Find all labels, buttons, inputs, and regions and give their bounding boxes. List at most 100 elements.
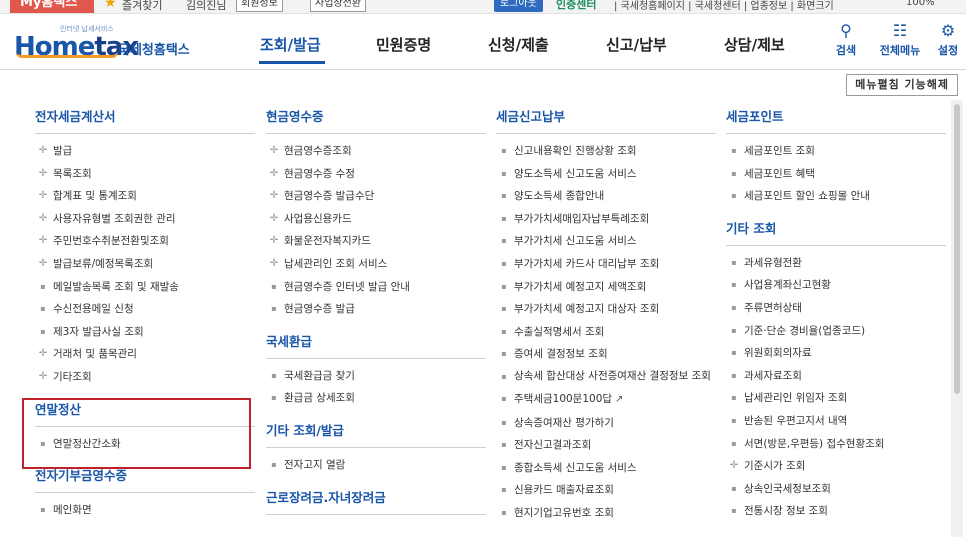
settings-button[interactable]: ⚙ 설정 — [930, 22, 966, 58]
bullet-icon: ▪ — [271, 459, 277, 469]
my-hometax-button[interactable]: My홈택스 — [10, 0, 94, 13]
menu-item[interactable]: ▪ 신고내용확인 진행상황 조회 — [496, 140, 716, 163]
menu-item[interactable]: ✛ 거래처 및 품목관리 — [35, 343, 255, 366]
menu-item[interactable]: ▪ 상속증여재산 평가하기 — [496, 412, 716, 435]
menu-item[interactable]: ▪ 과세자료조회 — [726, 365, 946, 388]
favorites-link[interactable]: 즐겨찾기 — [122, 0, 162, 13]
menu-item[interactable]: ▪ 국세환급금 찾기 — [266, 365, 486, 388]
menu-item[interactable]: ▪ 수출실적명세서 조회 — [496, 321, 716, 344]
menu-item[interactable]: ▪ 납세관리인 위임자 조회 — [726, 387, 946, 410]
zoom-level[interactable]: 100% — [906, 0, 935, 8]
auth-center-link[interactable]: 인증센터 — [556, 0, 596, 12]
hometax-logo[interactable]: 인터넷 납세서비스 Hometax 국세청홈택스 — [14, 22, 204, 62]
section-title[interactable]: 세금신고납부 — [496, 100, 716, 134]
nav-apply-submit[interactable]: 신청/제출 — [488, 34, 549, 55]
menu-column-3: 세금신고납부 ▪ 신고내용확인 진행상황 조회 ▪ 양도소득세 신고도움 서비스 ▪ 양도소… — [496, 100, 716, 529]
menu-item-label: 주류면허상태 — [744, 301, 802, 314]
menu-item-label: 부가가치세 예정고지 세액조회 — [514, 280, 647, 293]
menu-item[interactable]: ▪ 제3자 발급사실 조회 — [35, 321, 255, 344]
top-links[interactable]: | 국세청홈페이지 | 국세청센터 | 업종정보 | 화면크기 — [614, 0, 834, 12]
member-info-button[interactable]: 회원정보 — [236, 0, 283, 12]
section-title[interactable]: 현금영수증 — [266, 100, 486, 134]
menu-item[interactable]: ▪ 과세유형전환 — [726, 252, 946, 275]
scrollbar-thumb[interactable] — [954, 104, 960, 394]
menu-item[interactable]: ▪ 세금포인트 혜택 — [726, 163, 946, 186]
menu-item[interactable]: ▪ 양도소득세 종합안내 — [496, 185, 716, 208]
menu-item[interactable]: ▪ 기준·단순 경비율(업종코드) — [726, 320, 946, 343]
menu-item[interactable]: ▪ 수신전용메일 신청 — [35, 298, 255, 321]
menu-item[interactable]: ▪ 부가가치세 예정고지 세액조회 — [496, 276, 716, 299]
menu-expand-disable-button[interactable]: 메뉴펼침 기능해제 — [846, 74, 958, 96]
menu-item[interactable]: ✛ 발급보류/예정목록조회 — [35, 253, 255, 276]
menu-item[interactable]: ▪ 세금포인트 할인 쇼핑몰 안내 — [726, 185, 946, 208]
menu-item[interactable]: ✛ 주민번호수취분전환및조회 — [35, 230, 255, 253]
expand-plus-icon: ✛ — [38, 145, 48, 156]
menu-item[interactable]: ▪ 주류면허상태 — [726, 297, 946, 320]
bullet-icon: ▪ — [501, 349, 507, 359]
menu-item[interactable]: ▪ 상속인국세정보조회 — [726, 478, 946, 501]
menu-item[interactable]: ✛ 현금영수증 수정 — [266, 163, 486, 186]
menu-item[interactable]: ✛ 기준시가 조회 — [726, 455, 946, 478]
menu-item[interactable]: ▪ 위원회회의자료 — [726, 342, 946, 365]
menu-item[interactable]: ✛ 납세관리인 조회 서비스 — [266, 253, 486, 276]
menu-section: 근로장려금.자녀장려금 — [266, 481, 486, 515]
menu-item[interactable]: ▪ 주택세금100문100답 ↗ — [496, 388, 716, 412]
section-title[interactable]: 기타 조회/발급 — [266, 414, 486, 448]
expand-plus-icon: ✛ — [38, 212, 48, 224]
section-title[interactable]: 기타 조회 — [726, 212, 946, 246]
menu-item[interactable]: ✛ 현금영수증조회 — [266, 140, 486, 163]
menu-item-label: 제3자 발급사실 조회 — [53, 325, 144, 338]
menu-item[interactable]: ✛ 합계표 및 통계조회 — [35, 185, 255, 208]
menu-item[interactable]: ▪ 양도소득세 신고도움 서비스 — [496, 163, 716, 186]
menu-item[interactable]: ✛ 현금영수증 발급수단 — [266, 185, 486, 208]
section-title[interactable]: 국세환급 — [266, 325, 486, 359]
menu-item[interactable]: ▪ 부가가치세매입자납부특례조회 — [496, 208, 716, 231]
menu-item[interactable]: ▪ 신용카드 매출자료조회 — [496, 479, 716, 502]
menu-item[interactable]: ▪ 전자고지 열람 — [266, 454, 486, 477]
bullet-icon: ▪ — [271, 281, 277, 291]
menu-item[interactable]: ✛ 발급 — [35, 140, 255, 163]
menu-item[interactable]: ▪ 부가가치세 예정고지 대상자 조회 — [496, 298, 716, 321]
menu-item-label: 현금영수증 발급 — [284, 303, 355, 316]
menu-item[interactable]: ▪ 서면(방문,우편등) 접수현황조회 — [726, 433, 946, 456]
menu-item-label: 기준시가 조회 — [744, 460, 806, 473]
menu-item[interactable]: ✛ 사업용신용카드 — [266, 208, 486, 231]
menu-item[interactable]: ▪ 종합소득세 신고도움 서비스 — [496, 457, 716, 480]
logout-button[interactable]: 로그아웃 — [494, 0, 543, 12]
expand-plus-icon: ✛ — [38, 235, 48, 247]
menu-item[interactable]: ▪ 반송된 우편고지서 내역 — [726, 410, 946, 433]
menu-item-label: 과세자료조회 — [744, 369, 802, 382]
section-title[interactable]: 전자세금계산서 — [35, 100, 255, 134]
menu-item[interactable]: ▪ 증여세 결정정보 조회 — [496, 343, 716, 366]
menu-item[interactable]: ✛ 화물운전자복지카드 — [266, 230, 486, 253]
menu-item[interactable]: ▪ 부가가치세 카드사 대리납부 조회 — [496, 253, 716, 276]
nav-inquiry-issue[interactable]: 조회/발급 — [260, 34, 321, 55]
menu-item[interactable]: ▪ 부가가치세 신고도움 서비스 — [496, 230, 716, 253]
vertical-scrollbar[interactable] — [951, 100, 963, 537]
all-menu-button[interactable]: ☷ 전체메뉴 — [874, 22, 926, 58]
menu-item[interactable]: ▪ 사업용계좌신고현황 — [726, 274, 946, 297]
menu-item[interactable]: ▪ 현금영수증 발급 — [266, 298, 486, 321]
menu-item[interactable]: ▪ 현금영수증 인터넷 발급 안내 — [266, 276, 486, 299]
menu-item[interactable]: ▪ 전통시장 정보 조회 — [726, 500, 946, 523]
menu-item[interactable]: ✛ 기타조회 — [35, 366, 255, 389]
menu-item[interactable]: ✛ 목록조회 — [35, 163, 255, 186]
menu-item[interactable]: ▪ 상속세 합산대상 사전증여재산 결정정보 조회 — [496, 366, 716, 388]
nav-consult-report[interactable]: 상담/제보 — [724, 34, 785, 55]
switch-business-button[interactable]: 사업장전환 — [310, 0, 366, 12]
menu-item[interactable]: ✛ 사용자유형별 조회권한 관리 — [35, 208, 255, 231]
section-title[interactable]: 근로장려금.자녀장려금 — [266, 481, 486, 515]
nav-report-pay[interactable]: 신고/납부 — [606, 34, 667, 55]
menu-item[interactable]: ▪ 환급금 상세조회 — [266, 387, 486, 410]
section-title[interactable]: 세금포인트 — [726, 100, 946, 134]
menu-item[interactable]: ▪ 전자신고결과조회 — [496, 434, 716, 457]
menu-item-label: 거래처 및 품목관리 — [53, 348, 137, 361]
menu-item-label: 신용카드 매출자료조회 — [514, 484, 614, 497]
menu-item[interactable]: ▪ 메인화면 — [35, 499, 255, 522]
menu-item[interactable]: ▪ 현지기업고유번호 조회 — [496, 502, 716, 525]
menu-item[interactable]: ▪ 메일발송목록 조회 및 재발송 — [35, 276, 255, 299]
menu-item[interactable]: ▪ 세금포인트 조회 — [726, 140, 946, 163]
bullet-icon: ▪ — [501, 393, 507, 403]
search-button[interactable]: ⚲ 검색 — [826, 22, 866, 58]
nav-certificates[interactable]: 민원증명 — [376, 34, 431, 55]
